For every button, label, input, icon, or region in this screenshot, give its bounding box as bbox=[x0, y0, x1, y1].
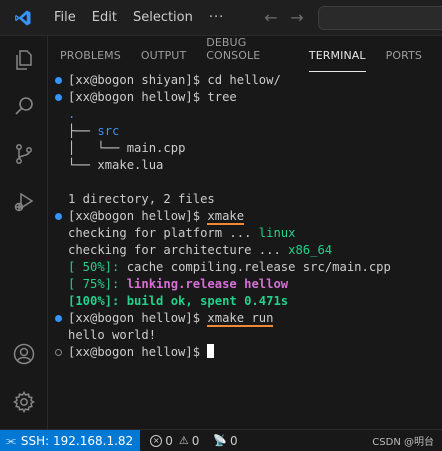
tree-summary: 1 directory, 2 files bbox=[68, 192, 215, 206]
menu-selection[interactable]: Selection bbox=[125, 0, 201, 35]
tab-debug-console[interactable]: DEBUG CONSOLE bbox=[206, 36, 289, 72]
tree-line: └── xmake.lua bbox=[68, 158, 164, 172]
command-decoration-icon[interactable] bbox=[55, 315, 62, 322]
tree-line: ├── src bbox=[68, 124, 120, 138]
remote-label: SSH: 192.168.1.82 bbox=[20, 433, 134, 448]
terminal-panel: PROBLEMS OUTPUT DEBUG CONSOLE TERMINAL P… bbox=[48, 36, 442, 429]
menu-more-icon[interactable]: ··· bbox=[201, 10, 232, 25]
error-icon: × bbox=[150, 434, 163, 447]
command-center-search[interactable] bbox=[318, 6, 442, 30]
tab-ports[interactable]: PORTS bbox=[386, 49, 422, 72]
tree-line: │ └── main.cpp bbox=[68, 141, 186, 155]
source-control-icon[interactable] bbox=[0, 134, 47, 174]
menu-edit[interactable]: Edit bbox=[84, 0, 125, 35]
tree-root: . bbox=[68, 107, 76, 121]
terminal-line: [xx@bogon hellow]$ xmake run bbox=[68, 311, 274, 327]
vscode-logo-icon bbox=[0, 0, 46, 35]
remote-icon: ⫘ bbox=[6, 433, 16, 447]
command-decoration-icon[interactable] bbox=[55, 213, 62, 220]
settings-gear-icon[interactable] bbox=[0, 382, 47, 422]
ports-status[interactable]: 📡 0 bbox=[213, 434, 237, 448]
terminal-line: checking for architecture ... x86_64 bbox=[68, 243, 333, 257]
search-icon[interactable] bbox=[0, 86, 47, 126]
watermark: CSDN @明台 bbox=[372, 437, 434, 448]
panel-tabs: PROBLEMS OUTPUT DEBUG CONSOLE TERMINAL P… bbox=[48, 36, 442, 72]
warning-count: 0 bbox=[191, 433, 200, 448]
run-debug-icon[interactable] bbox=[0, 182, 47, 222]
terminal-line: checking for platform ... linux bbox=[68, 226, 296, 240]
forward-arrow-icon[interactable]: → bbox=[284, 8, 310, 27]
tab-terminal[interactable]: TERMINAL bbox=[308, 49, 366, 72]
terminal-line: [xx@bogon hellow]$ tree bbox=[68, 90, 237, 104]
problems-status[interactable]: × 0 ⚠ 0 bbox=[150, 434, 199, 448]
menu-file[interactable]: File bbox=[46, 0, 84, 35]
command-decoration-icon[interactable] bbox=[55, 94, 62, 101]
back-arrow-icon[interactable]: ← bbox=[258, 8, 284, 27]
ports-antenna-icon: 📡 bbox=[213, 434, 228, 447]
account-icon[interactable] bbox=[0, 334, 47, 374]
status-bar: ⫘ SSH: 192.168.1.82 × 0 ⚠ 0 📡 0 CSDN @明台 bbox=[0, 429, 442, 451]
terminal-cursor bbox=[207, 344, 215, 358]
title-bar: File Edit Selection ··· ← → bbox=[0, 0, 442, 36]
tab-problems[interactable]: PROBLEMS bbox=[60, 49, 121, 72]
remote-indicator[interactable]: ⫘ SSH: 192.168.1.82 bbox=[0, 430, 141, 451]
terminal-line: [xx@bogon shiyan]$ cd hellow/ bbox=[68, 73, 281, 87]
terminal-line: [ 75%]: linking.release hellow bbox=[68, 277, 289, 291]
command-decoration-icon[interactable] bbox=[55, 77, 62, 84]
terminal-line: [ 50%]: cache compiling.release src/main… bbox=[68, 260, 391, 274]
terminal-line: [xx@bogon hellow]$ xmake bbox=[68, 209, 245, 225]
activity-bar bbox=[0, 36, 48, 429]
explorer-icon[interactable] bbox=[0, 40, 47, 80]
terminal-line: [xx@bogon hellow]$ bbox=[68, 344, 215, 361]
terminal-line: [100%]: build ok, spent 0.471s bbox=[68, 294, 289, 308]
warning-icon: ⚠ bbox=[178, 434, 189, 447]
ports-count: 0 bbox=[230, 433, 238, 448]
command-decoration-icon[interactable] bbox=[55, 349, 62, 356]
tab-output[interactable]: OUTPUT bbox=[141, 49, 186, 72]
terminal-line: hello world! bbox=[68, 328, 157, 342]
error-count: 0 bbox=[165, 433, 173, 448]
